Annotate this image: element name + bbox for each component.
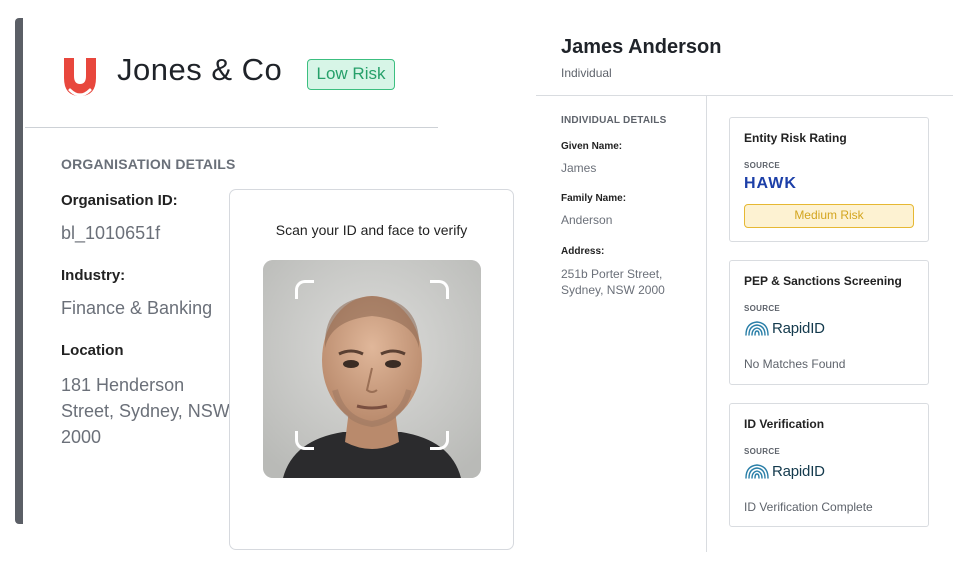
card-title: PEP & Sanctions Screening bbox=[744, 274, 902, 288]
source-label: SOURCE bbox=[744, 447, 781, 456]
brand-logo-icon bbox=[60, 54, 100, 100]
fingerprint-icon bbox=[745, 321, 769, 336]
fingerprint-icon bbox=[745, 464, 769, 479]
industry-value: Finance & Banking bbox=[61, 298, 213, 318]
company-name: Jones & Co bbox=[117, 52, 283, 87]
individual-details-heading: INDIVIDUAL DETAILS bbox=[561, 115, 667, 126]
verification-status: ID Verification Complete bbox=[744, 500, 873, 514]
family-name-label: Family Name: bbox=[561, 193, 627, 204]
address-label: Address: bbox=[561, 246, 605, 257]
column-divider bbox=[706, 96, 707, 552]
low-risk-badge: Low Risk bbox=[307, 59, 395, 90]
pep-sanctions-card[interactable]: PEP & Sanctions Screening SOURCE RapidID… bbox=[729, 260, 929, 385]
address-value: 251b Porter Street, Sydney, NSW 2000 bbox=[561, 267, 665, 297]
location-label: Location bbox=[61, 342, 124, 359]
organisation-id-label: Organisation ID: bbox=[61, 192, 178, 209]
location-value: 181 Henderson Street, Sydney, NSW 2000 bbox=[61, 375, 230, 447]
rapidid-wordmark: RapidID bbox=[772, 462, 825, 480]
hawk-logo: HAWK bbox=[744, 175, 797, 192]
card-title: ID Verification bbox=[744, 417, 825, 431]
given-name-label: Given Name: bbox=[561, 141, 623, 152]
card-title: Entity Risk Rating bbox=[744, 131, 847, 145]
rapidid-logo: RapidID bbox=[744, 319, 825, 337]
scan-frame-icon bbox=[295, 280, 314, 299]
source-label: SOURCE bbox=[744, 304, 781, 313]
family-name-value: Anderson bbox=[561, 213, 613, 227]
industry-label: Industry: bbox=[61, 267, 126, 284]
rapidid-wordmark: RapidID bbox=[772, 319, 825, 337]
scan-prompt: Scan your ID and face to verify bbox=[275, 222, 468, 238]
given-name-value: James bbox=[561, 161, 597, 175]
header-divider bbox=[536, 95, 953, 96]
medium-risk-badge: Medium Risk bbox=[744, 204, 914, 228]
source-label: SOURCE bbox=[744, 161, 781, 170]
header-divider bbox=[25, 127, 438, 128]
screening-status: No Matches Found bbox=[744, 357, 846, 371]
rapidid-logo: RapidID bbox=[744, 462, 825, 480]
person-type: Individual bbox=[561, 66, 612, 80]
id-verification-card[interactable]: ID Verification SOURCE RapidID ID Verifi… bbox=[729, 403, 929, 527]
organisation-details-heading: ORGANISATION DETAILS bbox=[61, 156, 236, 172]
scan-frame-icon bbox=[430, 280, 449, 299]
entity-risk-card[interactable]: Entity Risk Rating SOURCE HAWK Medium Ri… bbox=[729, 117, 929, 242]
face-scan-image[interactable] bbox=[263, 260, 481, 478]
panel-accent-bar bbox=[15, 18, 23, 524]
organisation-id-value: bl_1010651f bbox=[61, 223, 161, 243]
scan-frame-icon bbox=[295, 431, 314, 450]
person-name: James Anderson bbox=[561, 36, 722, 58]
